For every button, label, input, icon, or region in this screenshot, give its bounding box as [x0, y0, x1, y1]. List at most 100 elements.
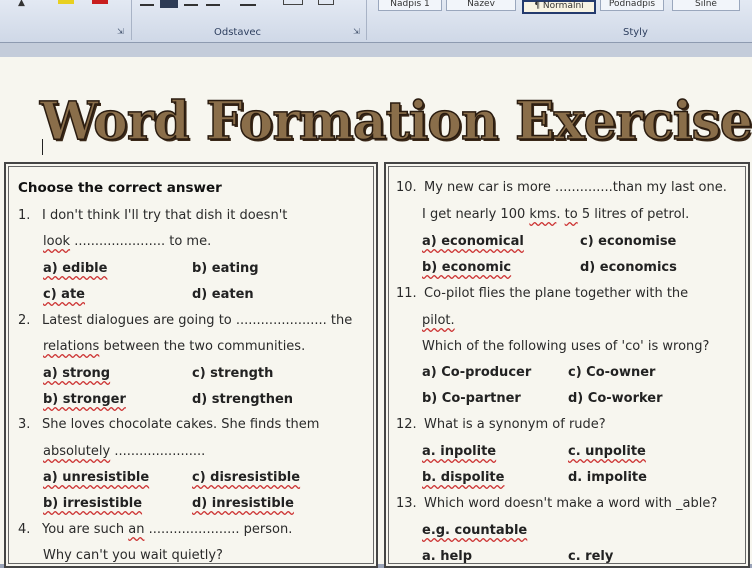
question-2-continued: relations between the two communities.	[43, 339, 305, 354]
left-column: Choose the correct answer 1. I don't thin…	[4, 162, 378, 568]
question-text: I don't think I'll try that dish it does…	[42, 208, 288, 223]
option[interactable]: a) edible	[43, 261, 107, 276]
question-text: 5 litres of petrol.	[577, 207, 690, 222]
ribbon: ▲ ⇲ Odstavec ⇲ Nadpis 1 Název ¶ Normální…	[0, 0, 752, 43]
spelling-flag: to	[564, 207, 578, 222]
option[interactable]: d) eaten	[192, 287, 254, 302]
font-dialog-launcher-icon[interactable]: ⇲	[117, 28, 125, 36]
style-strong[interactable]: Silné	[672, 0, 740, 11]
document-page[interactable]: Word Formation Exercises Choose the corr…	[0, 57, 752, 568]
example-label: e.g. countable	[422, 523, 528, 538]
instructions-heading: Choose the correct answer	[18, 180, 222, 196]
highlight-color-icon[interactable]	[58, 0, 74, 4]
option-label: b) stronger	[43, 392, 126, 407]
ruler	[0, 43, 752, 57]
right-column: 10. My new car is more ..............than…	[384, 162, 750, 568]
spelling-flag: an	[128, 522, 145, 537]
option[interactable]: b) Co-partner	[422, 391, 521, 406]
option-label: b) irresistible	[43, 496, 143, 511]
question-11-continued: pilot.	[422, 313, 455, 328]
question-text: .	[556, 207, 565, 222]
question-2: 2. Latest dialogues are going to ........…	[18, 313, 352, 328]
question-10: 10. My new car is more ..............than…	[396, 180, 727, 195]
question-text: She loves chocolate cakes. She finds the…	[42, 417, 320, 432]
question-number: 13.	[396, 496, 417, 511]
question-text: I get nearly 100	[422, 207, 530, 222]
borders-icon[interactable]	[318, 0, 334, 5]
option-label: a) unresistible	[43, 470, 150, 485]
styles-group-label: Styly	[623, 27, 648, 38]
ribbon-separator	[366, 0, 367, 40]
bold-icon[interactable]: ▲	[18, 0, 32, 8]
question-10-continued: I get nearly 100 kms. to 5 litres of pet…	[422, 207, 689, 222]
option[interactable]: c. rely	[568, 549, 613, 564]
option[interactable]: d) inresistible	[192, 496, 294, 511]
option[interactable]: b. dispolite	[422, 470, 504, 485]
align-right-icon[interactable]	[184, 0, 198, 6]
option[interactable]: a) unresistible	[43, 470, 149, 485]
question-4: 4. You are such an ......................…	[18, 522, 292, 537]
option[interactable]: b) eating	[192, 261, 259, 276]
option[interactable]: d) Co-worker	[568, 391, 663, 406]
option-label: a. inpolite	[422, 444, 497, 459]
question-text: ...................... to me.	[70, 234, 212, 249]
question-text: Which word doesn't make a word with _abl…	[424, 496, 718, 511]
question-number: 12.	[396, 417, 417, 432]
question-12: 12. What is a synonym of rude?	[396, 417, 606, 432]
align-center-icon[interactable]	[160, 0, 178, 8]
shading-icon[interactable]	[283, 0, 303, 5]
spelling-flag: look	[43, 234, 71, 249]
document-title: Word Formation Exercises	[39, 90, 752, 153]
text-cursor	[42, 139, 43, 155]
option[interactable]: a) strong	[43, 366, 110, 381]
line-spacing-icon[interactable]	[240, 0, 256, 6]
question-number: 11.	[396, 286, 417, 301]
align-left-icon[interactable]	[140, 0, 154, 6]
spelling-flag: absolutely	[43, 444, 111, 459]
justify-icon[interactable]	[206, 0, 220, 6]
option[interactable]: d) strengthen	[192, 392, 293, 407]
style-normal[interactable]: ¶ Normální	[522, 0, 596, 14]
option-label: d) inresistible	[192, 496, 294, 511]
option[interactable]: c) Co-owner	[568, 365, 655, 380]
spelling-flag: relations	[43, 339, 100, 354]
option-label: a) strong	[43, 366, 111, 381]
option-label: c. unpolite	[568, 444, 646, 459]
option-label: a) edible	[43, 261, 108, 276]
question-number: 4.	[18, 522, 31, 537]
option[interactable]: d) economics	[580, 260, 677, 275]
style-title[interactable]: Název	[446, 0, 516, 11]
question-number: 1.	[18, 208, 31, 223]
style-heading1[interactable]: Nadpis 1	[378, 0, 442, 11]
option[interactable]: c) strength	[192, 366, 273, 381]
question-text: You are such	[42, 522, 129, 537]
question-3-continued: absolutely ......................	[43, 444, 205, 459]
example: e.g. countable	[422, 523, 527, 538]
option[interactable]: b) stronger	[43, 392, 126, 407]
spelling-flag: kms	[529, 207, 557, 222]
option[interactable]: b) irresistible	[43, 496, 142, 511]
option[interactable]: d. impolite	[568, 470, 647, 485]
question-number: 2.	[18, 313, 31, 328]
option-label: b. dispolite	[422, 470, 505, 485]
option[interactable]: a) Co-producer	[422, 365, 531, 380]
option[interactable]: c) ate	[43, 287, 85, 302]
option[interactable]: a) economical	[422, 234, 524, 249]
option[interactable]: a. inpolite	[422, 444, 496, 459]
paragraph-dialog-launcher-icon[interactable]: ⇲	[353, 28, 361, 36]
question-1-continued: look ...................... to me.	[43, 234, 211, 249]
style-subtitle[interactable]: Podnadpis	[600, 0, 664, 11]
option-label: a) economical	[422, 234, 524, 249]
option[interactable]: b) economic	[422, 260, 511, 275]
option[interactable]: c) disresistible	[192, 470, 300, 485]
option-label: c) disresistible	[192, 470, 301, 485]
font-color-icon[interactable]	[92, 0, 108, 4]
paragraph-group-label: Odstavec	[214, 27, 262, 38]
option[interactable]: a. help	[422, 549, 472, 564]
question-number: 3.	[18, 417, 31, 432]
option[interactable]: c) economise	[580, 234, 676, 249]
question-11-prompt: Which of the following uses of 'co' is w…	[422, 339, 710, 354]
question-text: between the two communities.	[99, 339, 306, 354]
question-text: ......................	[110, 444, 206, 459]
option[interactable]: c. unpolite	[568, 444, 646, 459]
